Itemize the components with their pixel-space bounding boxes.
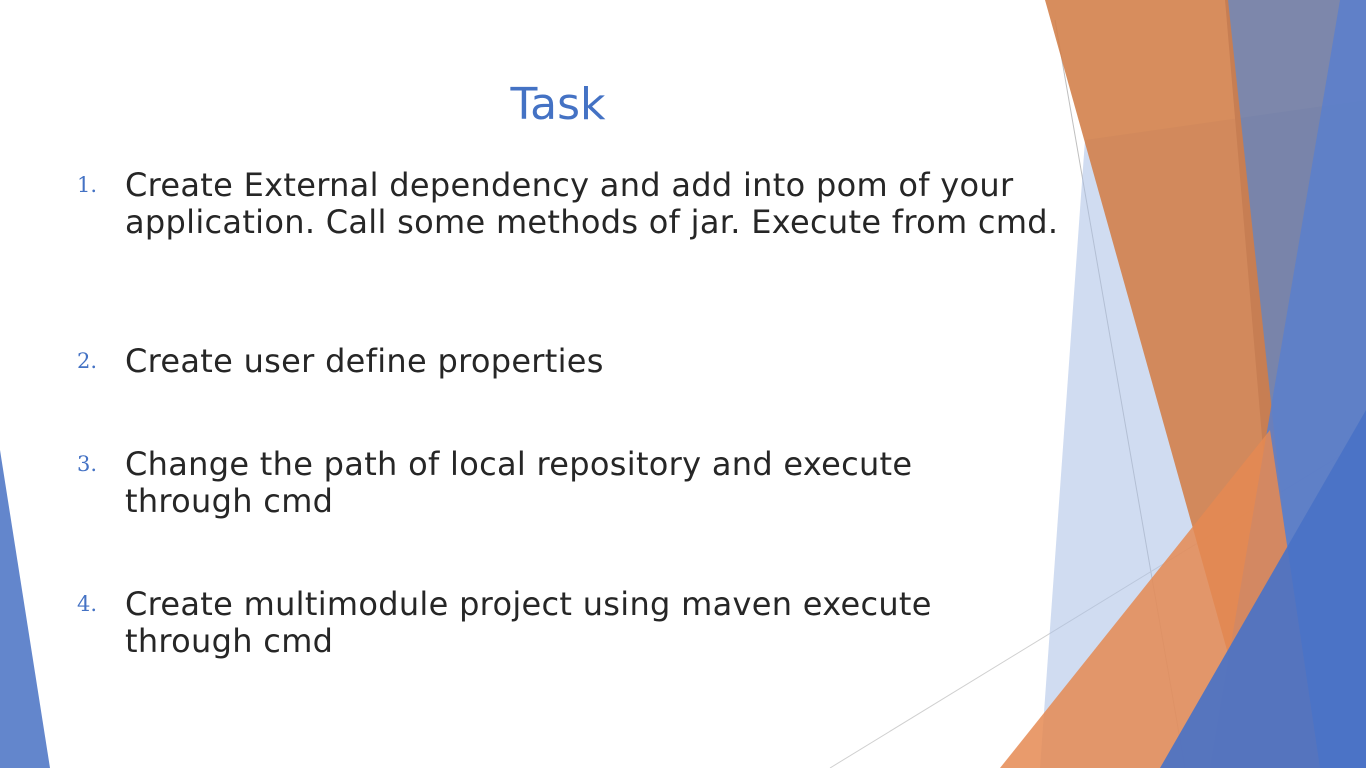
slide-title: Task <box>510 79 606 130</box>
task-text: Create user define properties <box>125 342 604 380</box>
left-blue-sliver <box>0 450 50 768</box>
task-text: Change the path of local repository and … <box>125 445 913 520</box>
task-number: 3. <box>77 452 98 476</box>
task-text: Create External dependency and add into … <box>125 166 1059 241</box>
task-text: Create multimodule project using maven e… <box>125 585 932 660</box>
task-number: 2. <box>77 349 98 373</box>
task-number: 1. <box>77 173 98 197</box>
task-number: 4. <box>77 592 98 616</box>
slide: Task 1. Create External dependency and a… <box>0 0 1366 768</box>
